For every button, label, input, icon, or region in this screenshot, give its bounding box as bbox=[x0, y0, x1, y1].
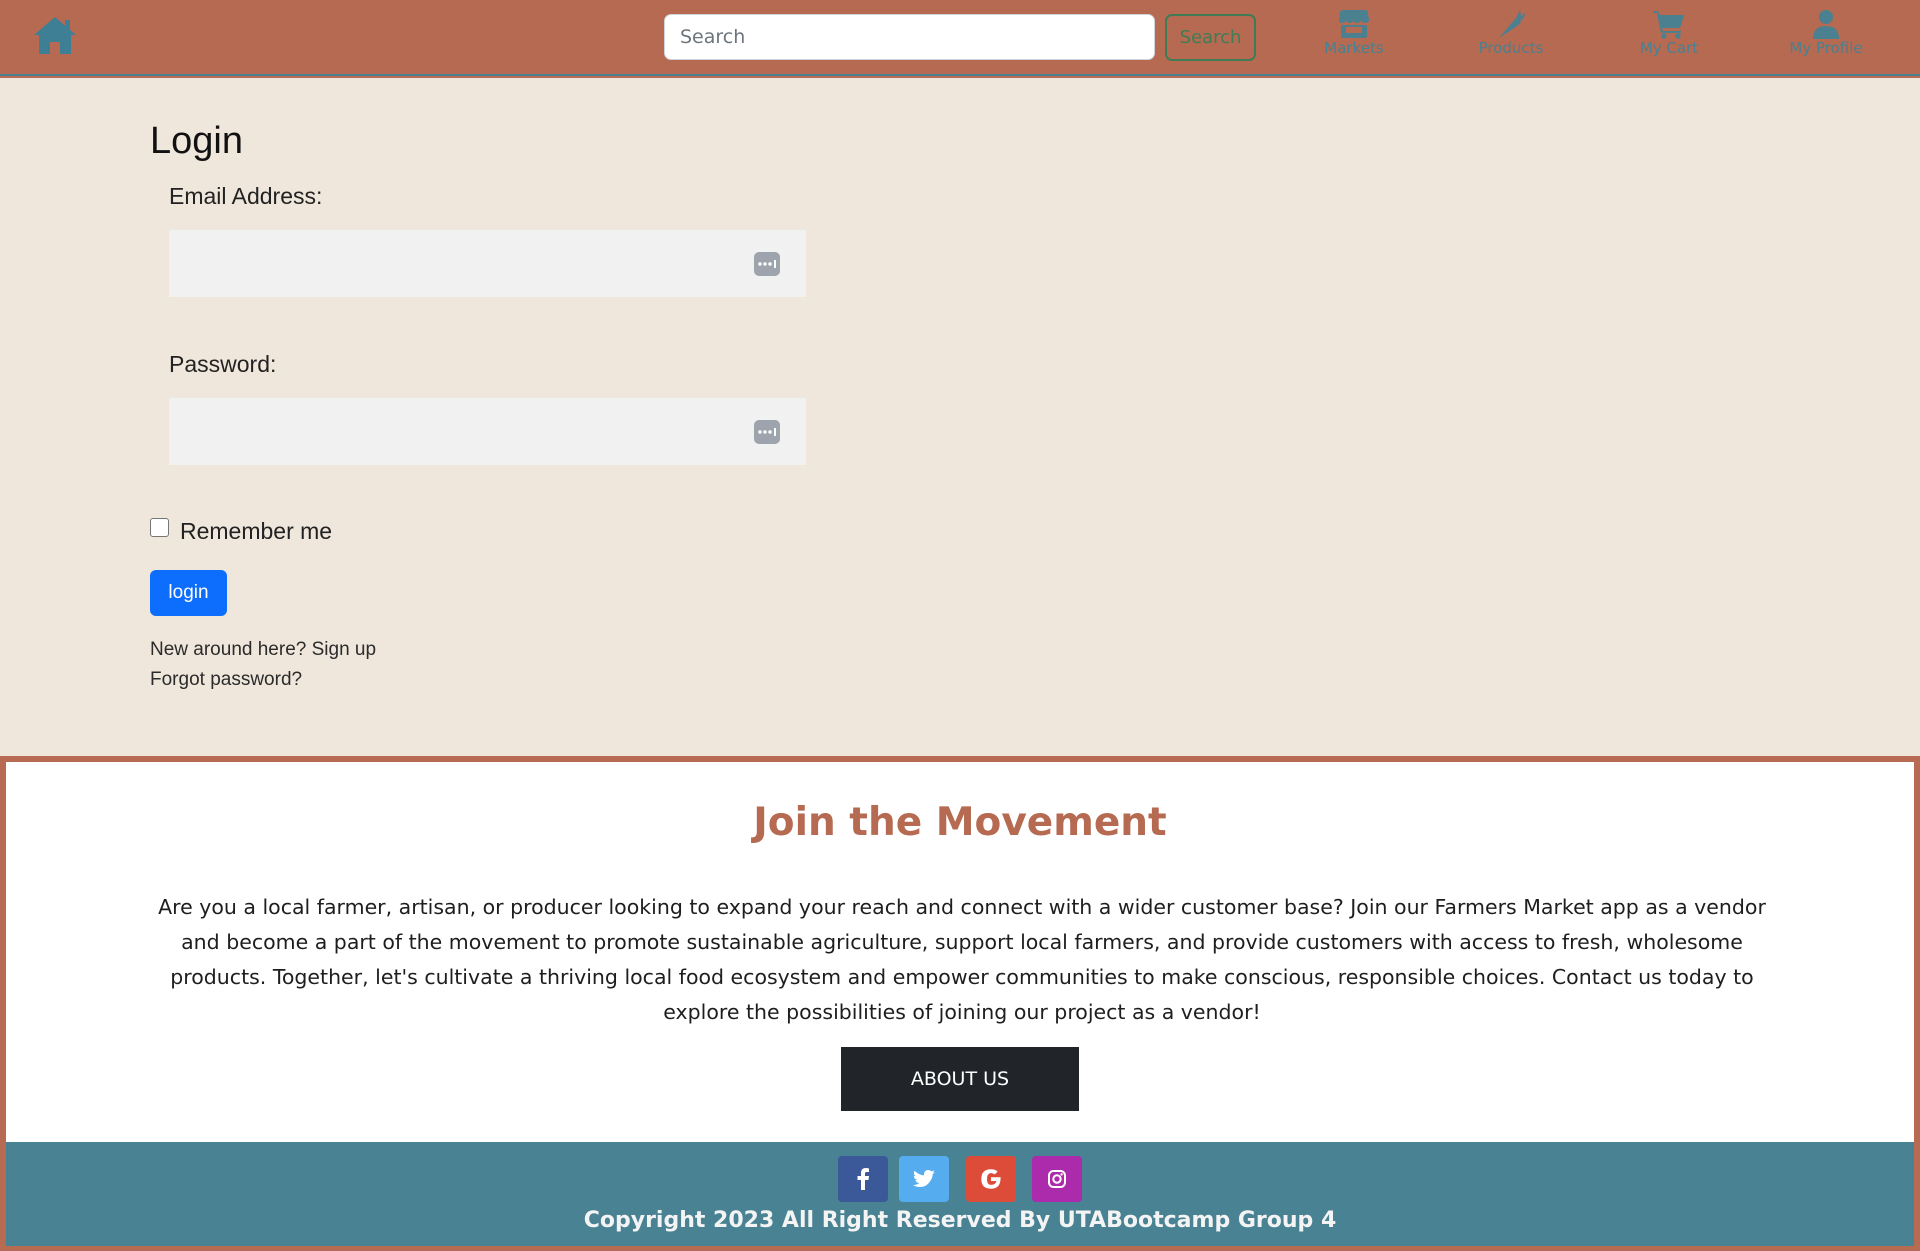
remember-me[interactable]: Remember me bbox=[150, 518, 332, 545]
join-section: Join the Movement Are you a local farmer… bbox=[6, 762, 1914, 1142]
instagram-icon bbox=[1048, 1170, 1066, 1188]
home-icon bbox=[34, 17, 76, 54]
login-section: Login Email Address: Password: Remember … bbox=[0, 78, 1920, 756]
password-field[interactable] bbox=[169, 398, 806, 465]
password-field-wrapper bbox=[169, 398, 806, 465]
nav-item-markets[interactable]: Markets bbox=[1294, 6, 1414, 66]
user-icon bbox=[1813, 10, 1839, 39]
forgot-password-link[interactable]: Forgot password? bbox=[150, 669, 302, 691]
nav-label-cart: My Cart bbox=[1639, 39, 1699, 57]
twitter-link[interactable] bbox=[899, 1156, 949, 1202]
google-link[interactable] bbox=[966, 1156, 1016, 1202]
search-input[interactable] bbox=[664, 14, 1155, 60]
facebook-link[interactable] bbox=[838, 1156, 888, 1202]
nav-label-products: Products bbox=[1478, 39, 1544, 57]
instagram-link[interactable] bbox=[1032, 1156, 1082, 1202]
google-icon bbox=[981, 1169, 1001, 1189]
nav-label-markets: Markets bbox=[1324, 39, 1384, 57]
email-label: Email Address: bbox=[169, 183, 323, 209]
password-manager-icon[interactable] bbox=[754, 420, 780, 444]
nav-item-products[interactable]: Products bbox=[1451, 6, 1571, 66]
facebook-icon bbox=[857, 1168, 869, 1190]
nav-label-profile: My Profile bbox=[1789, 39, 1863, 57]
email-field[interactable] bbox=[169, 230, 806, 297]
nav-item-profile[interactable]: My Profile bbox=[1766, 6, 1886, 66]
twitter-icon bbox=[913, 1170, 935, 1187]
carrot-icon bbox=[1499, 10, 1526, 38]
footer: Copyright 2023 All Right Reserved By UTA… bbox=[6, 1142, 1914, 1246]
cart-icon bbox=[1653, 11, 1684, 39]
join-text: Are you a local farmer, artisan, or prod… bbox=[158, 895, 1766, 1024]
home-link[interactable] bbox=[32, 14, 78, 60]
page-title: Login bbox=[150, 120, 243, 162]
about-us-button[interactable]: ABOUT US bbox=[841, 1047, 1079, 1111]
password-label: Password: bbox=[169, 351, 277, 377]
email-field-wrapper bbox=[169, 230, 806, 297]
copyright-text: Copyright 2023 All Right Reserved By UTA… bbox=[583, 1208, 1337, 1233]
login-button[interactable]: login bbox=[150, 570, 227, 616]
nav-item-cart[interactable]: My Cart bbox=[1609, 6, 1729, 66]
join-title: Join the Movement bbox=[753, 800, 1167, 845]
password-manager-icon[interactable] bbox=[754, 252, 780, 276]
store-icon bbox=[1339, 10, 1369, 38]
search-button[interactable]: Search bbox=[1165, 14, 1256, 61]
remember-checkbox[interactable] bbox=[150, 518, 169, 537]
navbar: Search Markets Products My Cart My Profi… bbox=[0, 0, 1920, 76]
signup-link[interactable]: New around here? Sign up bbox=[150, 639, 376, 661]
remember-label: Remember me bbox=[180, 518, 333, 544]
